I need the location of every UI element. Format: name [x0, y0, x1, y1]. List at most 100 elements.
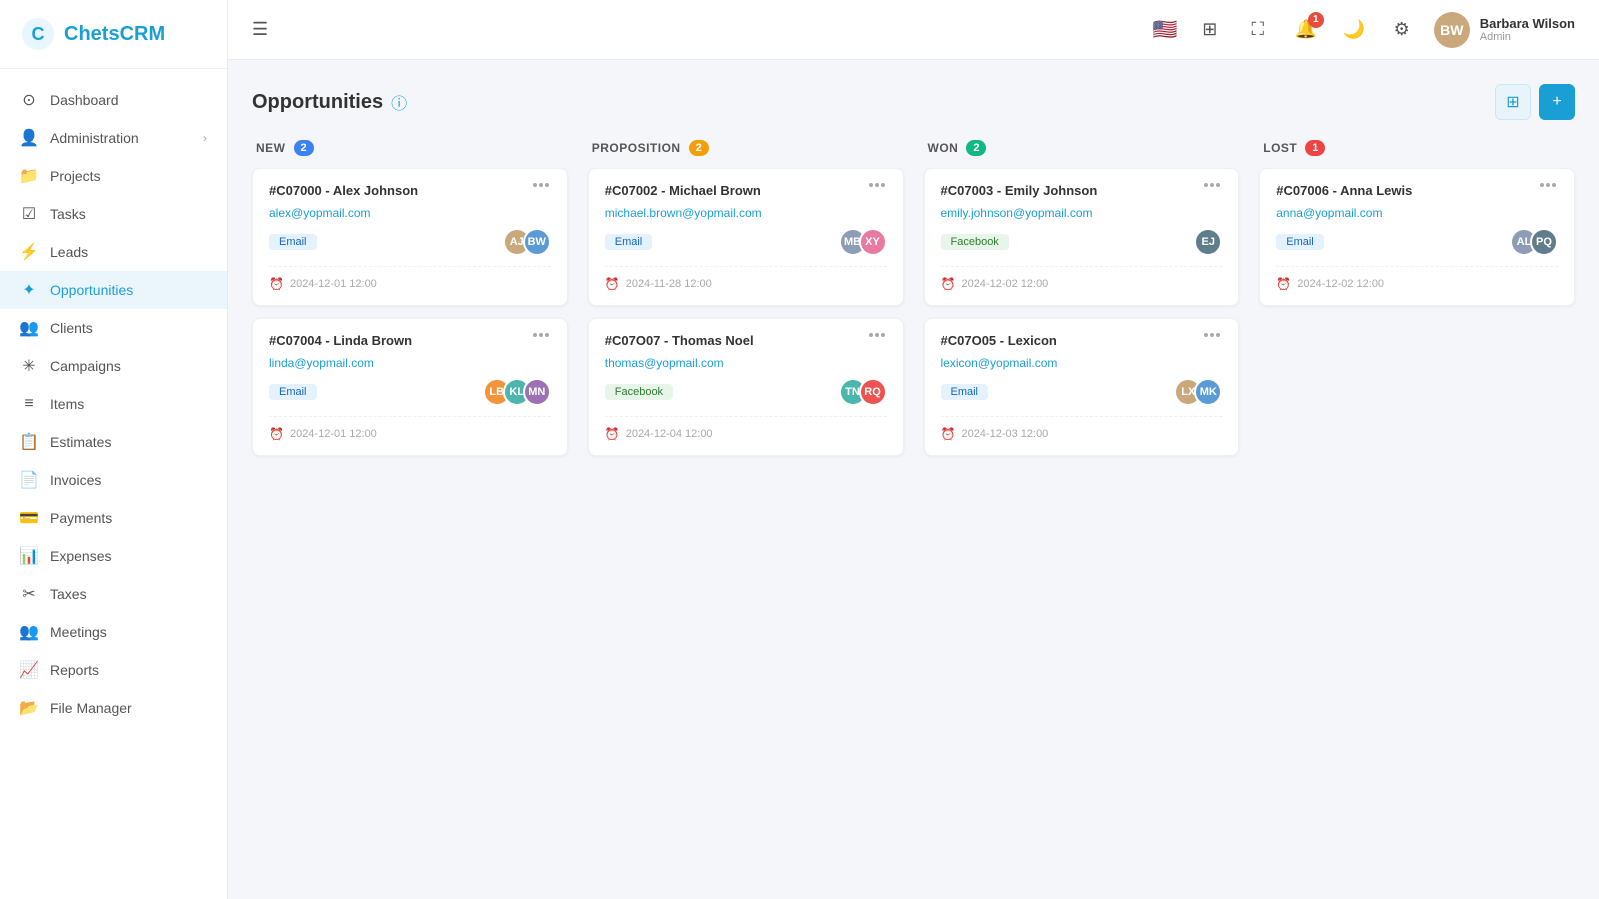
card-menu-button[interactable] — [1202, 183, 1222, 187]
card-email: linda@yopmail.com — [269, 356, 551, 370]
sidebar-item-invoices[interactable]: 📄 Invoices — [0, 461, 227, 499]
chevron-right-icon: › — [203, 131, 207, 145]
card-title: #C07O05 - Lexicon — [941, 333, 1203, 348]
sidebar-item-leads[interactable]: ⚡ Leads — [0, 233, 227, 271]
card-title: #C07O07 - Thomas Noel — [605, 333, 867, 348]
sidebar-item-expenses[interactable]: 📊 Expenses — [0, 537, 227, 575]
card-footer: ⏰ 2024-12-01 12:00 — [269, 266, 551, 291]
settings-icon[interactable]: ⚙ — [1386, 14, 1418, 46]
kanban-card[interactable]: #C07003 - Emily Johnson emily.johnson@yo… — [924, 168, 1240, 306]
page-content: Opportunities ⓘ ⊞ + NEW 2 #C07000 - Alex… — [228, 60, 1599, 899]
meetings-nav-icon: 👥 — [20, 623, 38, 641]
card-title: #C07003 - Emily Johnson — [941, 183, 1203, 198]
invoices-nav-icon: 📄 — [20, 471, 38, 489]
sidebar-item-label: File Manager — [50, 700, 132, 716]
tasks-nav-icon: ☑ — [20, 205, 38, 223]
sidebar-item-label: Campaigns — [50, 358, 121, 374]
dark-mode-toggle[interactable]: 🌙 — [1338, 14, 1370, 46]
sidebar-item-label: Reports — [50, 662, 99, 678]
avatar: XY — [859, 228, 887, 256]
card-email: emily.johnson@yopmail.com — [941, 206, 1223, 220]
card-menu-button[interactable] — [1538, 183, 1558, 187]
notification-count: 1 — [1308, 12, 1324, 28]
kanban-card[interactable]: #C07002 - Michael Brown michael.brown@yo… — [588, 168, 904, 306]
sidebar-item-file-manager[interactable]: 📂 File Manager — [0, 689, 227, 727]
avatar: PQ — [1530, 228, 1558, 256]
card-avatars: AJBW — [503, 228, 551, 256]
kanban-card[interactable]: #C07004 - Linda Brown linda@yopmail.com … — [252, 318, 568, 456]
card-menu-button[interactable] — [531, 183, 551, 187]
card-title: #C07002 - Michael Brown — [605, 183, 867, 198]
info-icon[interactable]: ⓘ — [391, 90, 407, 114]
card-date: 2024-12-02 12:00 — [961, 278, 1048, 290]
sidebar-item-label: Items — [50, 396, 84, 412]
page-actions: ⊞ + — [1495, 84, 1575, 120]
menu-toggle[interactable]: ☰ — [252, 19, 268, 40]
card-tag: Email — [269, 234, 317, 250]
kanban-column-new: NEW 2 #C07000 - Alex Johnson alex@yopmai… — [252, 140, 568, 468]
kanban-card[interactable]: #C07006 - Anna Lewis anna@yopmail.com Em… — [1259, 168, 1575, 306]
card-middle: Email LXMK — [941, 378, 1223, 406]
reports-nav-icon: 📈 — [20, 661, 38, 679]
sidebar-item-taxes[interactable]: ✂ Taxes — [0, 575, 227, 613]
card-date: 2024-12-02 12:00 — [1297, 278, 1384, 290]
card-tag: Facebook — [605, 384, 673, 400]
sidebar-item-campaigns[interactable]: ✳ Campaigns — [0, 347, 227, 385]
sidebar-item-administration[interactable]: 👤 Administration › — [0, 119, 227, 157]
sidebar-item-projects[interactable]: 📁 Projects — [0, 157, 227, 195]
column-title: WON — [928, 141, 959, 155]
card-header: #C07004 - Linda Brown — [269, 333, 551, 348]
card-menu-button[interactable] — [531, 333, 551, 337]
language-selector[interactable]: 🇺🇸 — [1153, 17, 1178, 42]
grid-apps-icon[interactable]: ⊞ — [1194, 14, 1226, 46]
header-left: ☰ — [252, 19, 268, 40]
card-email: lexicon@yopmail.com — [941, 356, 1223, 370]
header: ☰ 🇺🇸 ⊞ ⛶ 🔔 1 🌙 ⚙ BW Barbara Wilson Admin — [228, 0, 1599, 60]
add-button[interactable]: + — [1539, 84, 1575, 120]
sidebar-item-label: Payments — [50, 510, 112, 526]
kanban-card[interactable]: #C07O07 - Thomas Noel thomas@yopmail.com… — [588, 318, 904, 456]
grid-view-button[interactable]: ⊞ — [1495, 84, 1531, 120]
sidebar-item-clients[interactable]: 👥 Clients — [0, 309, 227, 347]
estimates-nav-icon: 📋 — [20, 433, 38, 451]
card-tag: Email — [1276, 234, 1324, 250]
card-menu-button[interactable] — [867, 183, 887, 187]
sidebar-item-label: Taxes — [50, 586, 87, 602]
card-tag: Email — [941, 384, 989, 400]
avatar: BW — [1434, 12, 1470, 48]
card-middle: Facebook EJ — [941, 228, 1223, 256]
card-menu-button[interactable] — [1202, 333, 1222, 337]
avatar: EJ — [1194, 228, 1222, 256]
card-date: 2024-12-01 12:00 — [290, 428, 377, 440]
notification-bell[interactable]: 🔔 1 — [1290, 14, 1322, 46]
expenses-nav-icon: 📊 — [20, 547, 38, 565]
sidebar-item-opportunities[interactable]: ✦ Opportunities — [0, 271, 227, 309]
sidebar-item-payments[interactable]: 💳 Payments — [0, 499, 227, 537]
sidebar-item-estimates[interactable]: 📋 Estimates — [0, 423, 227, 461]
sidebar-item-tasks[interactable]: ☑ Tasks — [0, 195, 227, 233]
card-footer: ⏰ 2024-12-02 12:00 — [1276, 266, 1558, 291]
user-profile[interactable]: BW Barbara Wilson Admin — [1434, 12, 1575, 48]
card-tag: Email — [605, 234, 653, 250]
card-menu-button[interactable] — [867, 333, 887, 337]
user-info: Barbara Wilson Admin — [1480, 16, 1575, 43]
kanban-card[interactable]: #C07000 - Alex Johnson alex@yopmail.com … — [252, 168, 568, 306]
card-avatars: LXMK — [1174, 378, 1222, 406]
sidebar-item-meetings[interactable]: 👥 Meetings — [0, 613, 227, 651]
card-date: 2024-12-04 12:00 — [626, 428, 713, 440]
sidebar-item-label: Administration — [50, 130, 139, 146]
column-header: NEW 2 — [252, 140, 568, 156]
kanban-card[interactable]: #C07O05 - Lexicon lexicon@yopmail.com Em… — [924, 318, 1240, 456]
kanban-column-proposition: PROPOSITION 2 #C07002 - Michael Brown mi… — [588, 140, 904, 468]
column-title: NEW — [256, 141, 286, 155]
card-date: 2024-12-01 12:00 — [290, 278, 377, 290]
fullscreen-icon[interactable]: ⛶ — [1242, 14, 1274, 46]
sidebar-item-label: Dashboard — [50, 92, 119, 108]
sidebar-item-dashboard[interactable]: ⊙ Dashboard — [0, 81, 227, 119]
sidebar-item-items[interactable]: ≡ Items — [0, 385, 227, 423]
kanban-column-won: WON 2 #C07003 - Emily Johnson emily.john… — [924, 140, 1240, 468]
clients-nav-icon: 👥 — [20, 319, 38, 337]
sidebar-item-reports[interactable]: 📈 Reports — [0, 651, 227, 689]
kanban-board: NEW 2 #C07000 - Alex Johnson alex@yopmai… — [252, 140, 1575, 468]
sidebar-item-label: Projects — [50, 168, 101, 184]
